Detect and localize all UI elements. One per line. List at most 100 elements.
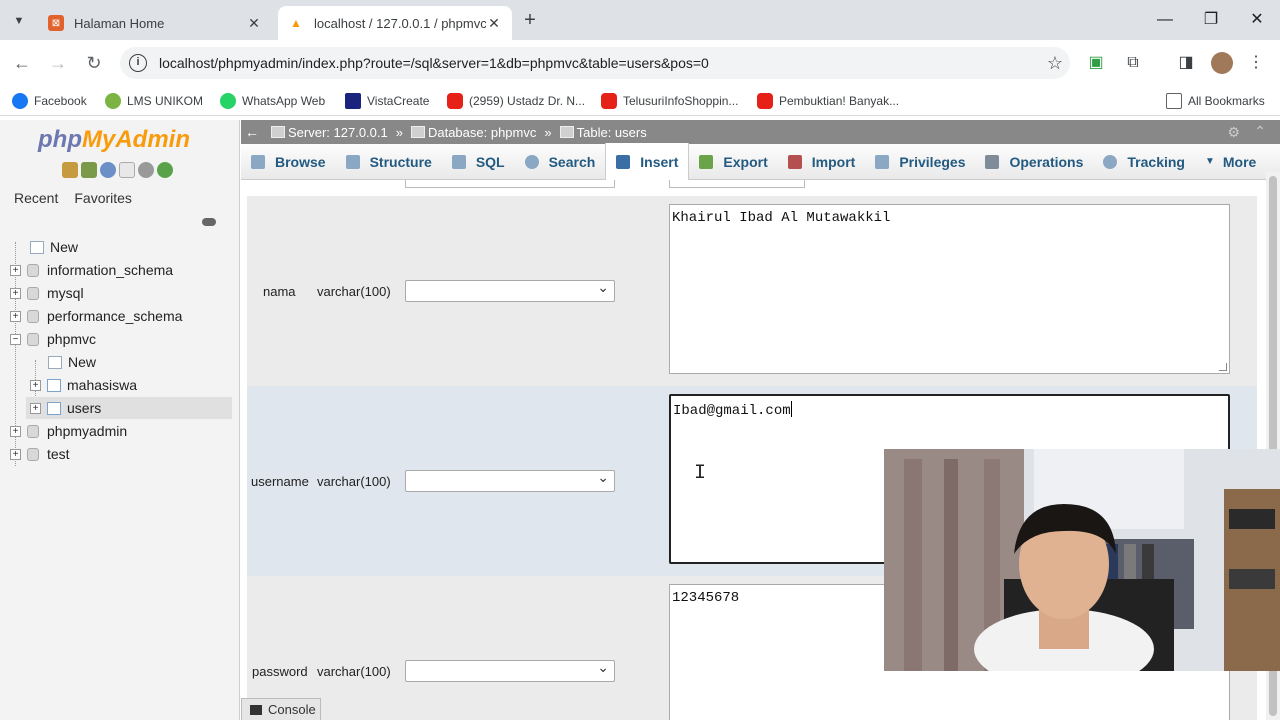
help-icon[interactable]	[100, 162, 116, 178]
tab-search-chevron-icon[interactable]: ▼	[6, 8, 32, 34]
settings-gear-icon[interactable]	[138, 162, 154, 178]
forward-arrow-icon[interactable]: →	[45, 50, 71, 76]
nav-tabs: Recent Favorites	[8, 188, 138, 208]
docs-icon[interactable]	[119, 162, 135, 178]
tab-sql[interactable]: SQL	[442, 144, 515, 180]
collapse-nav-arrow-icon[interactable]: ←	[241, 124, 263, 140]
breadcrumb-database[interactable]: Database: phpmvc	[410, 125, 536, 140]
whatsapp-icon	[220, 93, 236, 109]
tab-recent[interactable]: Recent	[8, 188, 64, 208]
browser-tab-home[interactable]: ⊠ Halaman Home ✕	[38, 6, 272, 40]
tab-search[interactable]: Search	[515, 144, 606, 180]
tree-db-information-schema[interactable]: + information_schema	[10, 259, 242, 281]
field-name: nama	[263, 284, 296, 299]
tab-more[interactable]: ▼ More	[1195, 144, 1266, 180]
tab-operations[interactable]: Operations	[975, 144, 1093, 180]
expand-plus-icon[interactable]: +	[30, 402, 41, 414]
all-bookmarks[interactable]: All Bookmarks	[1166, 92, 1265, 110]
tree-db-test[interactable]: + test	[10, 443, 242, 465]
bookmark-youtube-pembuktian[interactable]: Pembuktian! Banyak...	[757, 92, 899, 110]
pma-logo[interactable]: phpMyAdmin	[38, 126, 190, 154]
menu-label: SQL	[475, 153, 505, 170]
resize-grip-icon[interactable]	[1219, 363, 1227, 371]
settings-gear-icon[interactable]: ⚙	[1227, 124, 1240, 141]
webcam-video-frame	[884, 449, 1280, 671]
extension-green-icon[interactable]: ▣	[1085, 52, 1107, 74]
site-info-icon[interactable]: i	[129, 54, 147, 72]
profile-avatar[interactable]	[1211, 52, 1233, 74]
bookmark-star-icon[interactable]: ☆	[1040, 53, 1070, 74]
close-window-button[interactable]: ✕	[1234, 8, 1280, 32]
bookmark-youtube-ustadz[interactable]: (2959) Ustadz Dr. N...	[447, 92, 585, 110]
breadcrumb-label: Table: users	[576, 124, 647, 140]
function-select[interactable]	[405, 659, 615, 682]
tab-browse[interactable]: Browse	[241, 144, 336, 180]
expand-plus-icon[interactable]: +	[10, 287, 21, 299]
minimize-button[interactable]: —	[1142, 8, 1188, 32]
tree-new-database[interactable]: New	[30, 236, 230, 258]
phpmyadmin-favicon-icon: ▲	[290, 16, 302, 30]
function-select[interactable]	[405, 279, 615, 302]
tree-db-phpmyadmin[interactable]: + phpmyadmin	[10, 420, 242, 442]
tab-privileges[interactable]: Privileges	[865, 144, 975, 180]
tab-tracking[interactable]: Tracking	[1093, 144, 1195, 180]
link-chain-icon[interactable]	[202, 218, 216, 226]
browser-tab-phpmyadmin[interactable]: ▲ localhost / 127.0.0.1 / phpmvc / ✕	[278, 6, 512, 40]
expand-plus-icon[interactable]: +	[10, 264, 21, 276]
bookmark-vistacreate[interactable]: VistaCreate	[345, 92, 429, 110]
url-text[interactable]: localhost/phpmyadmin/index.php?route=/sq…	[159, 55, 1040, 71]
tab-favorites[interactable]: Favorites	[68, 188, 138, 208]
bookmarks-bar: Facebook LMS UNIKOM WhatsApp Web VistaCr…	[0, 86, 1280, 116]
home-icon[interactable]	[62, 162, 78, 178]
bookmark-whatsapp[interactable]: WhatsApp Web	[220, 92, 325, 110]
previous-null-field[interactable]	[669, 180, 805, 188]
tree-table-users[interactable]: + users	[26, 397, 232, 419]
field-name: username	[251, 474, 309, 489]
tree-db-phpmvc[interactable]: − phpmvc	[10, 328, 242, 350]
expand-plus-icon[interactable]: +	[10, 310, 21, 322]
console-toggle[interactable]: Console	[241, 698, 321, 720]
tab-export[interactable]: Export	[689, 144, 777, 180]
expand-plus-icon[interactable]: +	[10, 448, 21, 460]
reload-nav-icon[interactable]	[157, 162, 173, 178]
value-textarea[interactable]: Khairul Ibad Al Mutawakkil	[669, 204, 1230, 374]
value-text: 12345678	[672, 590, 740, 606]
value-text: Ibad@gmail.com	[673, 403, 791, 419]
menu-label: Tracking	[1127, 153, 1185, 170]
tab-close-icon[interactable]: ✕	[246, 15, 262, 32]
address-bar[interactable]: i localhost/phpmyadmin/index.php?route=/…	[120, 47, 1070, 79]
back-arrow-icon[interactable]: ←	[9, 50, 35, 76]
new-tab-button[interactable]: +	[518, 9, 542, 33]
tree-db-performance-schema[interactable]: + performance_schema	[10, 305, 242, 327]
bookmark-youtube-telusuri[interactable]: TelusuriInfoShoppin...	[601, 92, 738, 110]
breadcrumb-server[interactable]: Server: 127.0.0.1	[271, 125, 388, 140]
tab-close-icon[interactable]: ✕	[486, 15, 502, 32]
collapse-top-icon[interactable]: ⌃	[1254, 123, 1266, 140]
form-row-partial	[247, 180, 1257, 196]
function-select[interactable]	[405, 469, 615, 492]
tree-db-mysql[interactable]: + mysql	[10, 282, 242, 304]
menu-kebab-icon[interactable]: ⋮	[1245, 52, 1267, 74]
tab-structure[interactable]: Structure	[336, 144, 442, 180]
tab-import[interactable]: Import	[778, 144, 866, 180]
tree-new-table[interactable]: New	[48, 351, 232, 373]
logout-icon[interactable]	[81, 162, 97, 178]
side-panel-icon[interactable]: ◨	[1175, 52, 1197, 74]
bookmark-lms-unikom[interactable]: LMS UNIKOM	[105, 92, 203, 110]
extensions-puzzle-icon[interactable]: ⧉	[1122, 52, 1144, 74]
expand-plus-icon[interactable]: +	[10, 425, 21, 437]
previous-function-select[interactable]	[405, 180, 615, 188]
reload-icon[interactable]: ↻	[81, 50, 107, 76]
operations-wrench-icon	[985, 154, 1000, 169]
new-database-icon	[30, 240, 44, 254]
breadcrumb-label: Server: 127.0.0.1	[288, 124, 388, 140]
bookmark-facebook[interactable]: Facebook	[12, 92, 87, 110]
expand-plus-icon[interactable]: +	[30, 379, 41, 391]
breadcrumb-table[interactable]: Table: users	[559, 124, 647, 140]
collapse-minus-icon[interactable]: −	[10, 333, 21, 345]
tree-table-mahasiswa[interactable]: + mahasiswa	[30, 374, 232, 396]
tab-title: localhost / 127.0.0.1 / phpmvc /	[314, 15, 486, 31]
tab-insert[interactable]: Insert	[605, 143, 690, 180]
restore-button[interactable]: ❐	[1188, 8, 1234, 32]
structure-icon	[345, 154, 360, 169]
